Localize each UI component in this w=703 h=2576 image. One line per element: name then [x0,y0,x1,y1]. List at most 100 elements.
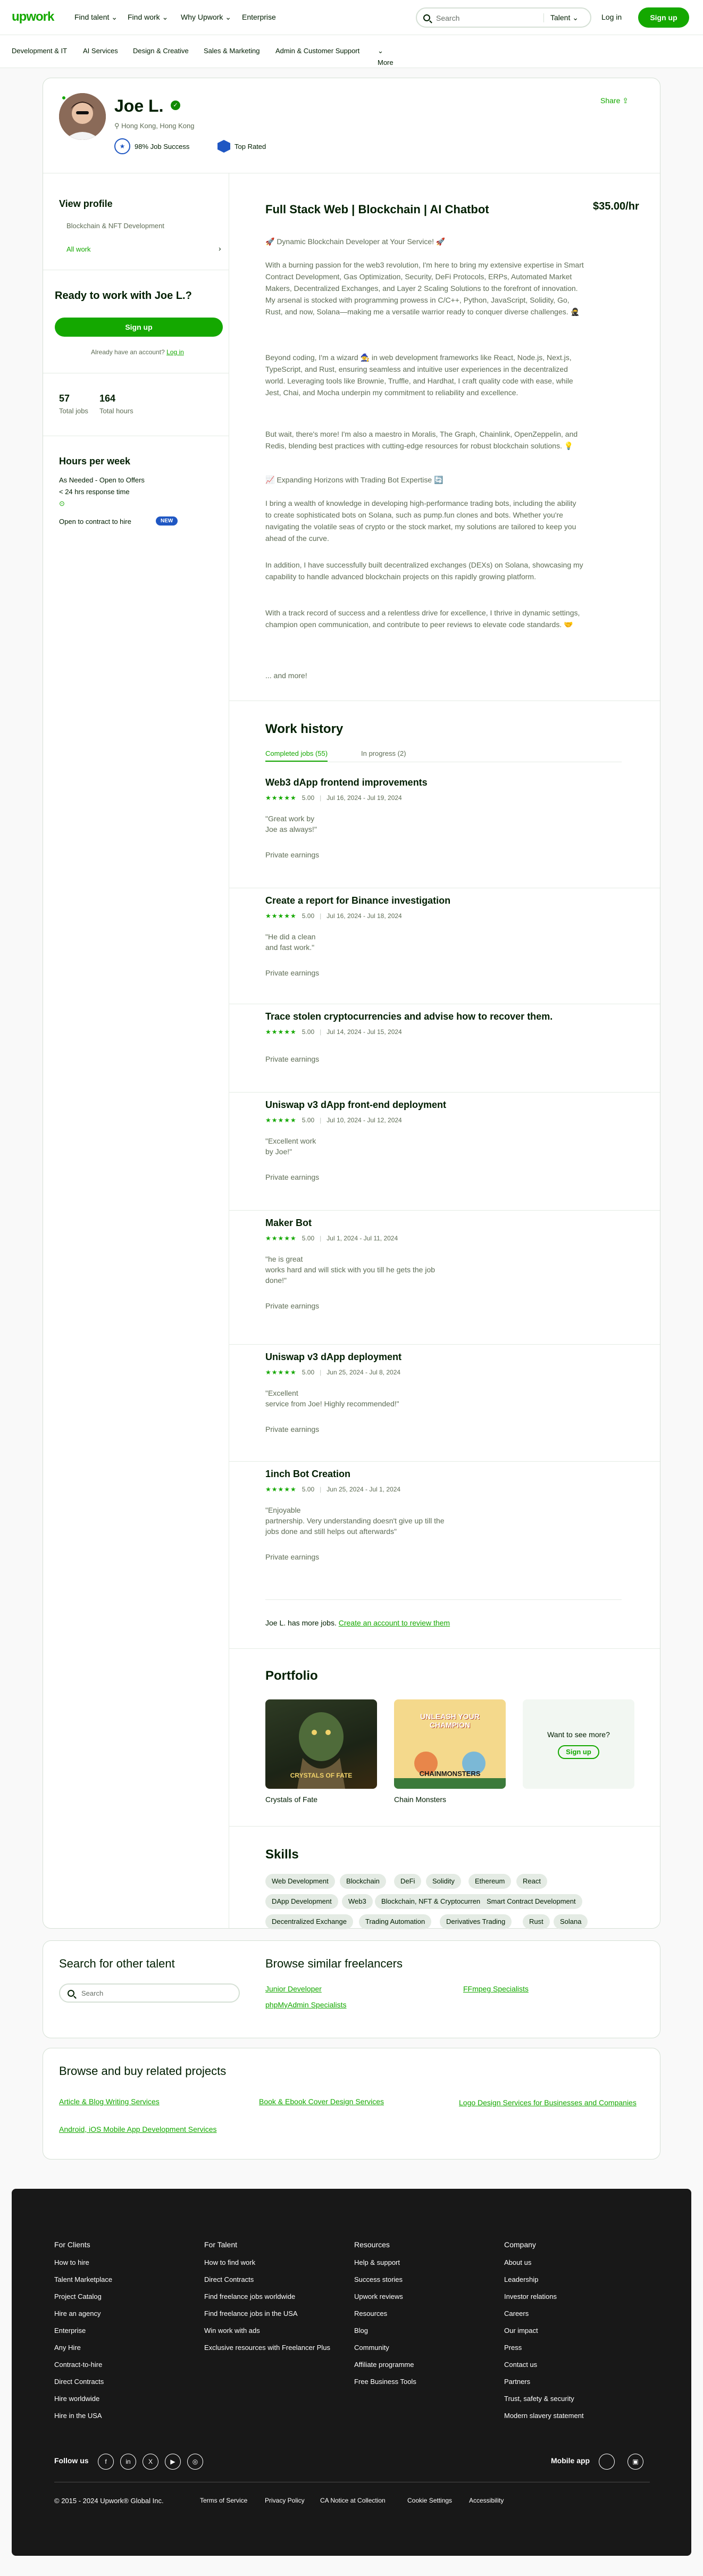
create-account-link[interactable]: Create an account to review them [339,1619,450,1627]
linkedin-icon[interactable]: in [120,2454,136,2470]
instagram-icon[interactable]: ◎ [187,2454,203,2470]
share-button[interactable]: Share ⇪ [600,96,629,105]
legal-accessibility[interactable]: Accessibility [469,2497,504,2504]
job-title[interactable]: Uniswap v3 dApp front-end deployment [265,1099,446,1111]
job-title[interactable]: Trace stolen cryptocurrencies and advise… [265,1011,553,1022]
skill-tag[interactable]: Derivatives Trading [440,1914,512,1929]
legal-privacy[interactable]: Privacy Policy [265,2497,305,2504]
skill-tag[interactable]: React [516,1874,547,1889]
footer-link[interactable]: Partners [504,2378,530,2386]
subnav-admin-support[interactable]: Admin & Customer Support [275,47,359,55]
apple-app-icon[interactable] [599,2454,615,2470]
search-bar[interactable]: Search Talent ⌄ [416,7,591,28]
portfolio-item-chain-monsters[interactable]: UNLEASH YOUR CHAMPION CHAINMONSTERS [394,1699,506,1789]
footer-link[interactable]: Upwork reviews [354,2292,403,2300]
footer-link[interactable]: Blog [354,2327,368,2335]
related-link-article[interactable]: Article & Blog Writing Services [59,2097,219,2106]
skill-tag[interactable]: Web Development [265,1874,335,1889]
profile-signup-button[interactable]: Sign up [55,318,223,337]
job-title[interactable]: Create a report for Binance investigatio… [265,895,450,906]
footer-link[interactable]: Direct Contracts [204,2275,254,2283]
related-link-book-cover[interactable]: Book & Ebook Cover Design Services [259,2097,429,2106]
skill-tag[interactable]: Smart Contract Development [480,1894,582,1909]
subnav-ai-services[interactable]: AI Services [83,47,118,55]
footer-link[interactable]: Affiliate programme [354,2361,414,2369]
footer-link[interactable]: Talent Marketplace [54,2275,112,2283]
skill-tag[interactable]: DeFi [394,1874,422,1889]
footer-link[interactable]: Our impact [504,2327,538,2335]
all-work-link[interactable]: All work [66,245,91,253]
talent-search-input[interactable]: Search [59,1983,240,2003]
nav-find-work[interactable]: Find work ⌄ [128,13,168,22]
job-title[interactable]: Web3 dApp frontend improvements [265,777,428,788]
skill-tag[interactable]: Ethereum [468,1874,512,1889]
specialty-link[interactable]: Blockchain & NFT Development [66,222,164,230]
nav-find-talent[interactable]: Find talent ⌄ [74,13,118,22]
footer-link[interactable]: Hire worldwide [54,2395,99,2403]
similar-link-ffmpeg[interactable]: FFmpeg Specialists [463,1985,529,1993]
footer-link[interactable]: Direct Contracts [54,2378,104,2386]
related-link-logo-design[interactable]: Logo Design Services for Businesses and … [459,2097,640,2108]
footer-link[interactable]: Press [504,2344,522,2352]
portfolio-signup-button[interactable]: Sign up [558,1745,599,1759]
footer-link[interactable]: Investor relations [504,2292,557,2300]
footer-link[interactable]: Contact us [504,2361,537,2369]
search-category-select[interactable]: Talent ⌄ [543,13,579,22]
profile-login-link[interactable]: Log in [166,348,184,356]
tab-completed-jobs[interactable]: Completed jobs (55) [265,749,328,762]
footer-link[interactable]: Careers [504,2310,529,2317]
legal-ca-notice[interactable]: CA Notice at Collection [320,2497,386,2504]
footer-link[interactable]: Hire in the USA [54,2412,102,2420]
nav-enterprise[interactable]: Enterprise [242,13,276,21]
footer-link[interactable]: Resources [354,2310,387,2317]
similar-link-junior-developer[interactable]: Junior Developer [265,1985,322,1993]
footer-link[interactable]: Any Hire [54,2344,81,2352]
footer-link[interactable]: Find freelance jobs worldwide [204,2292,295,2300]
footer-link[interactable]: Success stories [354,2275,403,2283]
footer-link[interactable]: Community [354,2344,389,2352]
footer-link[interactable]: How to hire [54,2258,89,2266]
footer-link[interactable]: How to find work [204,2258,255,2266]
footer-link[interactable]: Enterprise [54,2327,86,2335]
skill-tag[interactable]: Solana [554,1914,588,1929]
skill-tag[interactable]: Solidity [426,1874,461,1889]
skill-tag[interactable]: Trading Automation [359,1914,432,1929]
skill-tag[interactable]: Blockchain, NFT & Cryptocurrency [375,1894,494,1909]
skill-tag[interactable]: DApp Development [265,1894,338,1909]
tab-in-progress[interactable]: In progress (2) [361,749,406,757]
portfolio-item-crystals-of-fate[interactable]: CRYSTALS OF FATE [265,1699,377,1789]
footer-link[interactable]: Modern slavery statement [504,2412,584,2420]
subnav-development-it[interactable]: Development & IT [12,47,67,55]
footer-link[interactable]: About us [504,2258,531,2266]
footer-link[interactable]: Help & support [354,2258,400,2266]
skill-tag[interactable]: Rust [523,1914,550,1929]
subnav-sales-marketing[interactable]: Sales & Marketing [204,47,260,55]
skill-tag[interactable]: Decentralized Exchange [265,1914,353,1929]
search-input[interactable]: Search [436,14,459,22]
subnav-more[interactable]: More ⌄ [378,47,394,66]
footer-link[interactable]: Trust, safety & security [504,2395,574,2403]
footer-link[interactable]: Win work with ads [204,2327,260,2335]
footer-link[interactable]: Free Business Tools [354,2378,416,2386]
skill-tag[interactable]: Web3 [342,1894,373,1909]
login-link[interactable]: Log in [601,13,622,21]
upwork-logo[interactable]: upwork [12,10,54,24]
footer-link[interactable]: Contract-to-hire [54,2361,102,2369]
footer-link[interactable]: Project Catalog [54,2292,102,2300]
nav-why-upwork[interactable]: Why Upwork ⌄ [181,13,231,22]
portfolio-label-2[interactable]: Chain Monsters [394,1795,446,1804]
overview-more[interactable]: ... and more! [265,670,307,681]
facebook-icon[interactable]: f [98,2454,114,2470]
youtube-icon[interactable]: ▶ [165,2454,181,2470]
legal-terms[interactable]: Terms of Service [200,2497,247,2504]
similar-link-phpmyadmin[interactable]: phpMyAdmin Specialists [265,2000,347,2009]
legal-cookie-settings[interactable]: Cookie Settings [407,2497,452,2504]
subnav-design-creative[interactable]: Design & Creative [133,47,189,55]
android-app-icon[interactable]: ▣ [627,2454,643,2470]
job-title[interactable]: 1inch Bot Creation [265,1469,350,1480]
signup-button[interactable]: Sign up [638,7,689,28]
footer-link[interactable]: Exclusive resources with Freelancer Plus [204,2344,330,2352]
job-title[interactable]: Uniswap v3 dApp deployment [265,1352,401,1363]
related-link-mobile-app[interactable]: Android, iOS Mobile App Development Serv… [59,2124,229,2135]
portfolio-label-1[interactable]: Crystals of Fate [265,1795,317,1804]
